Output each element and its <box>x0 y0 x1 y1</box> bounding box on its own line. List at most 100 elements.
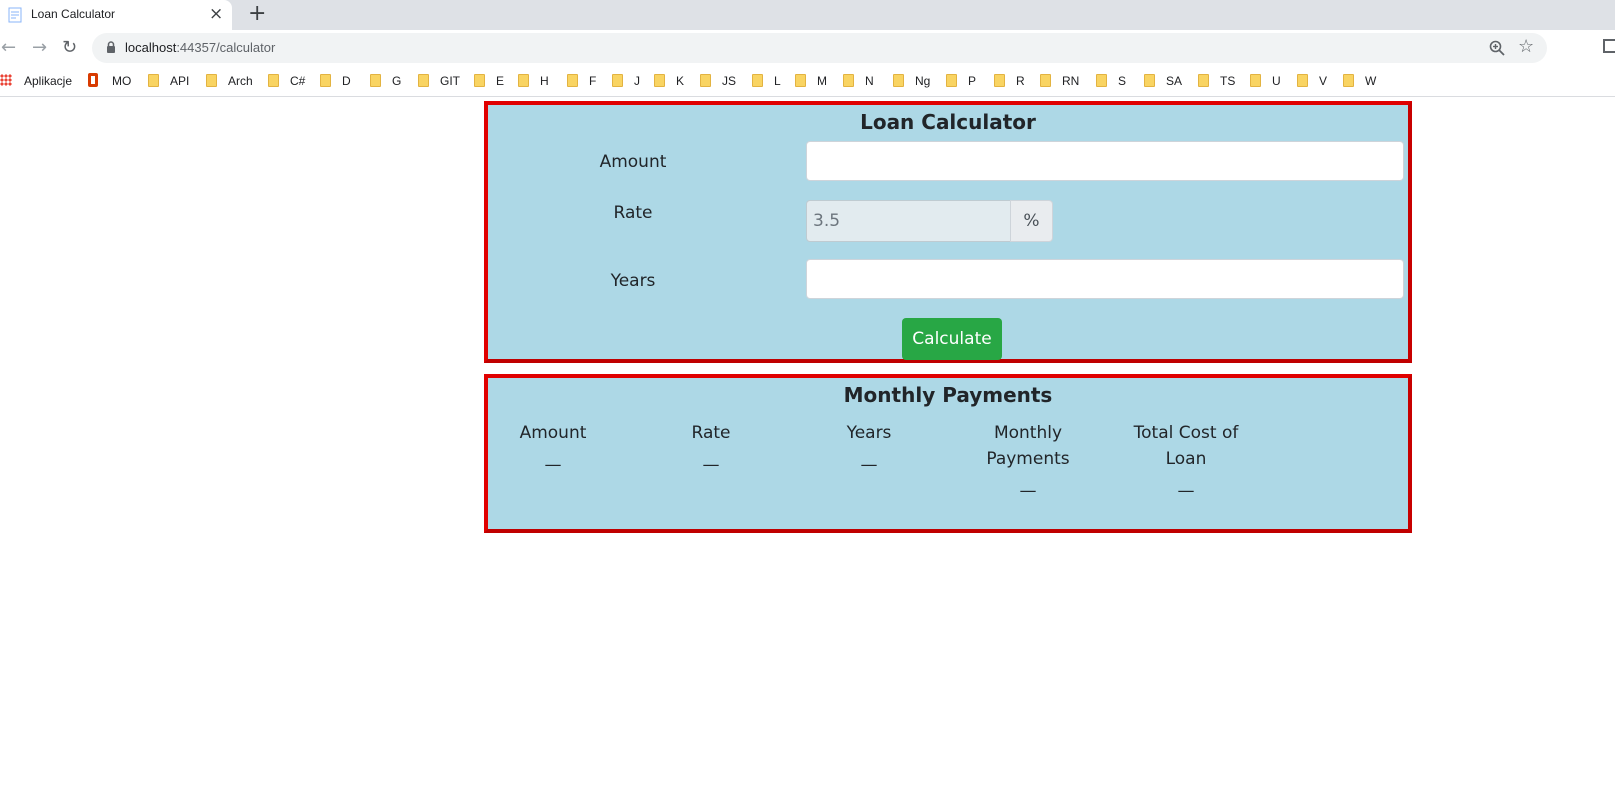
amount-input[interactable] <box>806 141 1404 181</box>
bookmark-l[interactable]: L <box>752 72 781 90</box>
column-value: — <box>1177 481 1195 501</box>
url-path: :44357/calculator <box>176 40 276 55</box>
bookmark-e[interactable]: E <box>474 72 504 90</box>
bookmark-f[interactable]: F <box>567 72 596 90</box>
bookmark-k[interactable]: K <box>654 72 684 90</box>
folder-icon <box>418 74 429 87</box>
column-header: Amount <box>519 423 587 443</box>
tab-loan-calculator[interactable]: Loan Calculator × <box>0 0 232 30</box>
payments-title: Monthly Payments <box>843 383 1053 407</box>
bookmark-d[interactable]: D <box>320 72 351 90</box>
payments-column-years: Years — <box>804 420 934 478</box>
years-input[interactable] <box>806 259 1404 299</box>
folder-icon <box>474 74 485 87</box>
bookmark-label: API <box>170 74 190 88</box>
folder-icon <box>752 74 763 87</box>
bookmark-s[interactable]: S <box>1096 72 1126 90</box>
monthly-payments-card: Monthly Payments Amount — Rate — Years —… <box>484 374 1412 533</box>
apps-icon <box>0 74 12 86</box>
folder-icon <box>518 74 529 87</box>
bookmark-label: Aplikacje <box>24 74 73 88</box>
folder-icon <box>654 74 665 87</box>
amount-label: Amount <box>599 152 667 172</box>
bookmark-csharp[interactable]: C# <box>268 72 305 90</box>
extension-icon[interactable] <box>1603 39 1615 53</box>
bookmark-api[interactable]: API <box>148 72 189 90</box>
years-label: Years <box>610 271 656 291</box>
bookmark-label: GIT <box>440 74 460 88</box>
rate-input-group: 3.5 % <box>806 200 1054 242</box>
bookmark-label: N <box>865 74 874 88</box>
forward-icon[interactable]: → <box>32 38 47 58</box>
calculator-title: Loan Calculator <box>860 110 1036 134</box>
folder-icon <box>206 74 217 87</box>
star-icon[interactable]: ☆ <box>1518 36 1534 58</box>
bookmark-label: H <box>540 74 549 88</box>
close-icon[interactable]: × <box>209 4 223 24</box>
bookmark-m[interactable]: M <box>795 72 827 90</box>
bookmark-label: Ng <box>915 74 931 88</box>
bookmark-arch[interactable]: Arch <box>206 72 253 90</box>
percent-addon: % <box>1010 200 1053 242</box>
bookmark-label: C# <box>290 74 306 88</box>
folder-icon <box>893 74 904 87</box>
address-bar[interactable]: localhost:44357/calculator ☆ <box>92 33 1547 63</box>
bookmark-label: G <box>392 74 402 88</box>
bookmark-label: S <box>1118 74 1127 88</box>
folder-icon <box>1144 74 1155 87</box>
new-tab-button[interactable]: + <box>248 2 266 26</box>
bookmark-p[interactable]: P <box>946 72 976 90</box>
bookmark-n[interactable]: N <box>843 72 874 90</box>
bookmark-h[interactable]: H <box>518 72 549 90</box>
folder-icon <box>1297 74 1308 87</box>
payments-column-monthly: Monthly Payments — <box>963 420 1093 504</box>
bookmark-g[interactable]: G <box>370 72 401 90</box>
bookmark-sa[interactable]: SA <box>1144 72 1182 90</box>
folder-icon <box>370 74 381 87</box>
bookmark-r[interactable]: R <box>994 72 1025 90</box>
zoom-icon[interactable] <box>1488 39 1506 57</box>
rate-input[interactable]: 3.5 <box>806 200 1011 242</box>
calculate-button[interactable]: Calculate <box>902 318 1002 360</box>
folder-icon <box>795 74 806 87</box>
bookmark-label: Arch <box>228 74 253 88</box>
bookmark-label: TS <box>1220 74 1236 88</box>
bookmark-rn[interactable]: RN <box>1040 72 1079 90</box>
bookmark-u[interactable]: U <box>1250 72 1281 90</box>
bookmark-git[interactable]: GIT <box>418 72 460 90</box>
bookmark-mo[interactable]: MO <box>88 72 131 90</box>
bookmark-w[interactable]: W <box>1343 72 1376 90</box>
bookmark-js[interactable]: JS <box>700 72 736 90</box>
bookmark-label: MO <box>112 74 132 88</box>
bookmark-v[interactable]: V <box>1297 72 1327 90</box>
folder-icon <box>1343 74 1354 87</box>
bookmark-aplikacje[interactable]: Aplikacje <box>0 72 72 90</box>
folder-icon <box>1096 74 1107 87</box>
bookmark-ts[interactable]: TS <box>1198 72 1235 90</box>
column-header: Years <box>846 423 892 443</box>
column-value: — <box>702 455 720 475</box>
rate-label: Rate <box>613 203 653 223</box>
reload-icon[interactable]: ↻ <box>62 38 77 58</box>
back-icon[interactable]: ← <box>1 38 16 58</box>
bookmark-j[interactable]: J <box>612 72 640 90</box>
office-icon <box>88 73 98 87</box>
bookmark-label: SA <box>1166 74 1183 88</box>
tab-title: Loan Calculator <box>31 7 116 21</box>
folder-icon <box>1198 74 1209 87</box>
bookmarks-bar: Aplikacje MO API Arch C# D G GIT E H F J K JS L M N Ng P R R… <box>0 66 1615 97</box>
browser-toolbar: ← → ↻ localhost:44357/calculator ☆ <box>0 30 1615 66</box>
payments-column-rate: Rate — <box>646 420 776 478</box>
lock-icon[interactable] <box>106 41 116 53</box>
column-header: Monthly Payments <box>986 423 1070 469</box>
folder-icon <box>700 74 711 87</box>
column-value: — <box>860 455 878 475</box>
bookmark-label: R <box>1016 74 1025 88</box>
folder-icon <box>994 74 1005 87</box>
column-value: — <box>544 455 562 475</box>
url-text[interactable]: localhost:44357/calculator <box>125 40 275 55</box>
bookmark-label: L <box>774 74 781 88</box>
bookmark-ng[interactable]: Ng <box>893 72 930 90</box>
bookmark-label: F <box>589 74 597 88</box>
folder-icon <box>1040 74 1051 87</box>
